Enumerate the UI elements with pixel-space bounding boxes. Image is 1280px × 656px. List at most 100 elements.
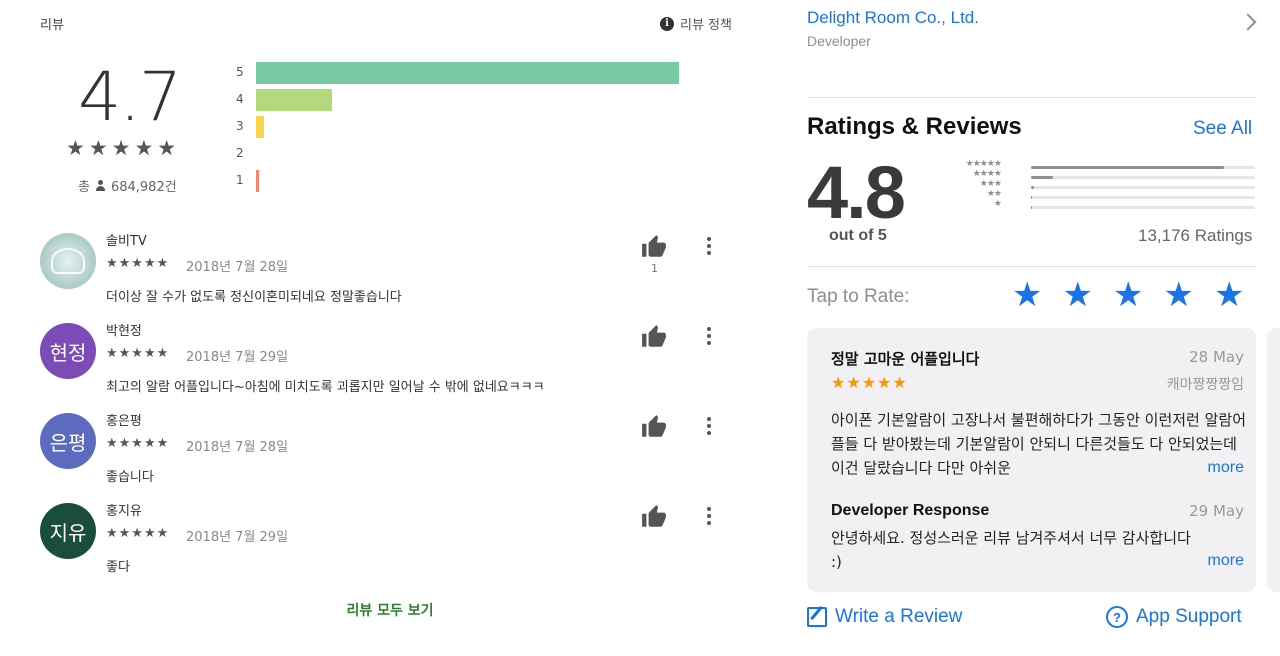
review-stars: ★★★★★ (106, 526, 170, 541)
rate-star-icon[interactable]: ★ (1012, 278, 1042, 312)
review-item: 은평 홍은평 ★★★★★ 2018년 7월 28일 좋습니다 (40, 410, 720, 498)
total-count: 684,982건 (110, 180, 177, 195)
reviewer-name: 박현정 (106, 324, 142, 339)
histogram-bar (256, 62, 679, 84)
avatar: 은평 (40, 413, 96, 469)
more-options-icon[interactable] (704, 324, 714, 348)
rate-star-icon[interactable]: ★ (1113, 278, 1143, 312)
review-item: 솔비TV ★★★★★ 2018년 7월 28일더이상 잘 수가 없도록 정신이혼미되… (40, 230, 720, 318)
reviewer-name: 홍지유 (106, 504, 142, 519)
histogram-row: ★★★ (965, 179, 1257, 193)
total-prefix: 총 (78, 180, 90, 195)
review-date: 2018년 7월 29일 (186, 350, 289, 365)
histogram-label: 1 (236, 173, 244, 187)
histogram-bar (1031, 186, 1035, 189)
histogram-row: 5 (236, 60, 696, 87)
review-date: 2018년 7월 29일 (186, 530, 289, 545)
ratings-count: 13,176 Ratings (1138, 226, 1253, 245)
avatar: 지유 (40, 503, 96, 559)
ratings-reviews-title: Ratings & Reviews (807, 113, 1022, 140)
review-author: 캐마짱짱짱임 (1166, 377, 1244, 393)
rating-histogram: ★★★★★ ★★★★ ★★★ ★★ ★ (965, 159, 1257, 213)
thumbs-up-icon[interactable] (640, 324, 668, 350)
histogram-label: 4 (236, 92, 244, 106)
person-icon (95, 180, 106, 191)
histogram-track (1031, 186, 1255, 189)
thumbs-up-icon[interactable] (640, 414, 668, 440)
thumbs-up-icon[interactable] (640, 504, 668, 530)
rate-star-icon[interactable]: ★ (1163, 278, 1193, 312)
review-stars: ★★★★★ (106, 256, 170, 271)
out-of-label: out of 5 (829, 227, 887, 244)
write-review-label: Write a Review (835, 606, 963, 627)
histogram-stars: ★★★★ (972, 169, 1002, 179)
section-title: 리뷰 (40, 18, 64, 33)
developer-response-more-link[interactable]: more (1208, 552, 1244, 570)
info-icon: i (660, 16, 674, 31)
avatar: 현정 (40, 323, 96, 379)
histogram-bar (1031, 166, 1224, 169)
review-date: 2018년 7월 28일 (186, 440, 289, 455)
histogram-stars: ★★★ (979, 179, 1002, 189)
histogram-row: ★★★★ (965, 169, 1257, 183)
developer-role: Developer (807, 33, 871, 49)
histogram-label: 2 (236, 146, 244, 160)
histogram-row: ★★ (965, 189, 1257, 203)
compose-icon (807, 607, 827, 627)
histogram-stars: ★★ (986, 189, 1002, 199)
review-date: 28 May (1189, 348, 1244, 366)
app-support-label: App Support (1136, 606, 1242, 627)
helpful-count: 1 (651, 262, 658, 275)
next-review-card-edge[interactable] (1267, 328, 1280, 592)
see-all-button[interactable]: See All (1193, 118, 1252, 140)
review-more-link[interactable]: more (1189, 459, 1244, 477)
review-stars: ★★★★★ (106, 436, 170, 451)
review-text: 더이상 잘 수가 없도록 정신이혼미되네요 정말좋습니다 (106, 290, 402, 305)
histogram-bar (1031, 176, 1054, 179)
write-review-button[interactable]: Write a Review (807, 606, 962, 628)
developer-name[interactable]: Delight Room Co., Ltd. (807, 8, 979, 28)
rate-star-icon[interactable]: ★ (1214, 278, 1244, 312)
review-body: 아이폰 기본알람이 고장나서 불편해하다가 그동안 이런저런 알람어플들 다 받… (831, 411, 1247, 477)
divider (807, 97, 1257, 98)
more-options-icon[interactable] (704, 414, 714, 438)
review-date: 2018년 7월 28일 (186, 260, 289, 275)
chevron-right-icon[interactable] (1239, 13, 1257, 31)
review-title: 정말 고마운 어플입니다 (831, 350, 980, 368)
rate-star-icon[interactable]: ★ (1062, 278, 1092, 312)
histogram-track (1031, 176, 1255, 179)
see-all-reviews-link[interactable]: 리뷰 모두 보기 (0, 600, 780, 620)
histogram-stars: ★★★★★ (965, 159, 1002, 169)
review-text: 좋다 (106, 560, 130, 575)
histogram-row: 2 (236, 141, 696, 168)
more-options-icon[interactable] (704, 234, 714, 258)
total-ratings: 총 684,982건 (78, 176, 177, 195)
app-support-button[interactable]: ? App Support (1106, 606, 1242, 628)
histogram-track (1031, 196, 1255, 199)
review-card[interactable]: 정말 고마운 어플입니다 28 May ★★★★★ 캐마짱짱짱임 아이폰 기본알… (807, 328, 1256, 592)
histogram-bar (1031, 206, 1033, 209)
average-stars: ★★★★★ (66, 136, 181, 160)
play-store-reviews-panel: 리뷰 i 리뷰 정책 4.7 ★★★★★ 총 684,982건 5 4 3 2 1 솔비… (0, 0, 760, 656)
review-policy-link[interactable]: i 리뷰 정책 (660, 14, 732, 33)
histogram-bar (256, 116, 264, 138)
question-icon: ? (1106, 606, 1128, 628)
histogram-track (1031, 206, 1255, 209)
tap-to-rate-stars[interactable]: ★ ★ ★ ★ ★ (1012, 278, 1244, 312)
average-rating: 4.8 (807, 151, 906, 234)
rating-histogram: 5 4 3 2 1 (236, 60, 696, 195)
tap-to-rate-label: Tap to Rate: (807, 286, 910, 307)
histogram-bar (1031, 196, 1033, 199)
thumbs-up-icon[interactable] (640, 234, 668, 260)
reviewer-name: 솔비TV (106, 234, 147, 249)
divider (807, 266, 1257, 267)
histogram-label: 5 (236, 65, 244, 79)
more-options-icon[interactable] (704, 504, 714, 528)
histogram-track (1031, 166, 1255, 169)
histogram-row: 1 (236, 168, 696, 195)
histogram-bar (256, 170, 259, 192)
histogram-label: 3 (236, 119, 244, 133)
avatar (40, 233, 96, 289)
app-store-reviews-panel: Delight Room Co., Ltd. Developer Ratings… (780, 0, 1280, 656)
review-item: 지유 홍지유 ★★★★★ 2018년 7월 29일좋다 (40, 500, 720, 588)
